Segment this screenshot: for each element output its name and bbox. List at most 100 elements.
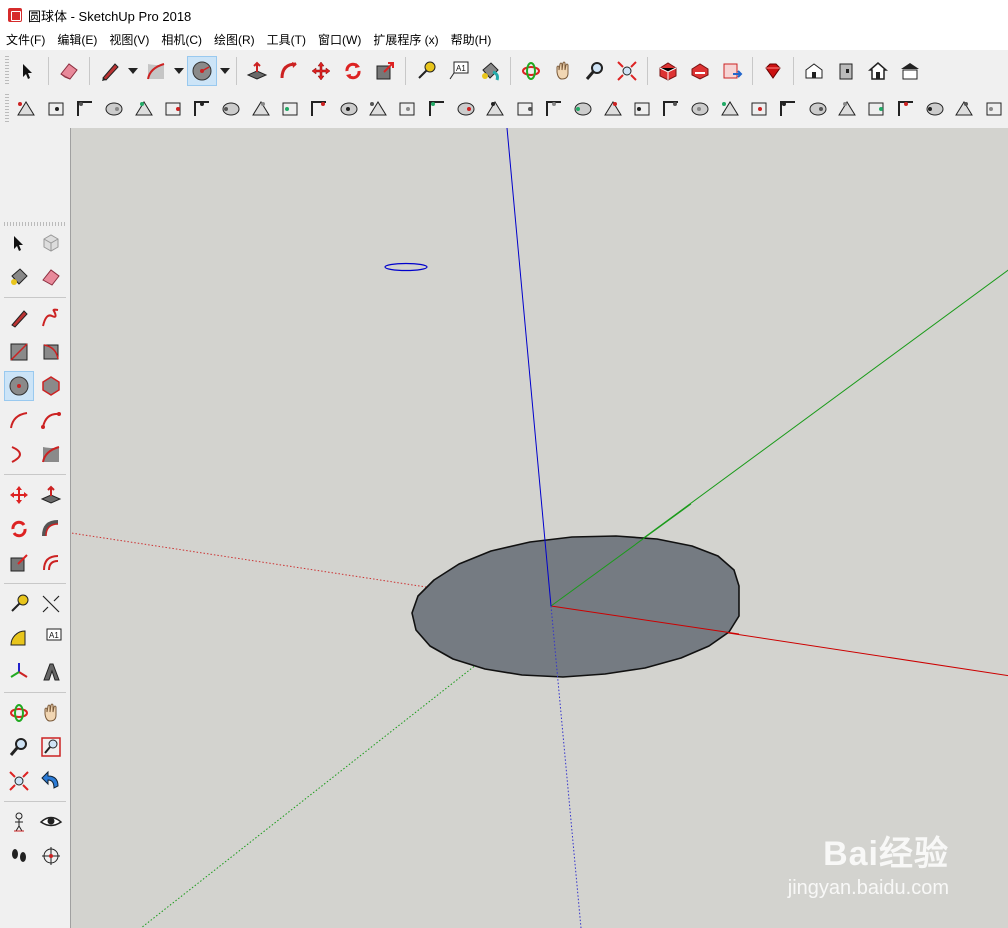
drawing-viewport[interactable]: Bai经验 jingyan.baidu.com [70,128,1008,928]
menu-view[interactable]: 视图(V) [103,30,155,50]
follow-me-tool-button[interactable] [274,56,304,86]
circle-face[interactable] [411,535,740,678]
extension-tool-button-28[interactable] [804,94,831,124]
extension-tool-button-11[interactable] [306,94,333,124]
extension-tool-button-29[interactable] [833,94,860,124]
menu-extensions[interactable]: 扩展程序 (x) [367,30,444,50]
scale-button[interactable] [4,548,34,578]
extension-tool-button-25[interactable] [716,94,743,124]
text-button[interactable]: A1 [36,623,66,653]
follow-me-button[interactable] [36,514,66,544]
extension-tool-button-22[interactable] [628,94,655,124]
extension-tool-button-14[interactable] [394,94,421,124]
section-plane-button[interactable] [36,841,66,871]
rotate-tool-button[interactable] [338,56,368,86]
menu-edit[interactable]: 编辑(E) [51,30,103,50]
position-camera-button[interactable] [4,807,34,837]
extension-tool-button-19[interactable] [540,94,567,124]
toolbar-grip[interactable] [5,56,9,86]
menu-file[interactable]: 文件(F) [0,30,51,50]
look-around-button[interactable] [36,807,66,837]
rotate-button[interactable] [4,514,34,544]
top-view-button[interactable] [895,56,925,86]
two-point-arc-button[interactable] [36,405,66,435]
rotated-rectangle-button[interactable] [36,337,66,367]
line-tool-button[interactable] [95,56,125,86]
zoom-extents-button[interactable] [4,766,34,796]
freehand-button[interactable] [36,303,66,333]
arc-tool-dropdown[interactable] [172,56,186,86]
extension-tool-button-31[interactable] [892,94,919,124]
pan-button[interactable] [36,698,66,728]
select-tool-button[interactable] [4,228,34,258]
pan-tool-button[interactable] [548,56,578,86]
dimension-button[interactable] [36,589,66,619]
circle-button[interactable] [4,371,34,401]
orbit-button[interactable] [4,698,34,728]
extension-tool-button-23[interactable] [657,94,684,124]
select-tool-button[interactable] [13,56,43,86]
extension-tool-button-9[interactable] [247,94,274,124]
circle-tool-button[interactable] [187,56,217,86]
extension-tool-button-21[interactable] [599,94,626,124]
extension-tool-button-24[interactable] [687,94,714,124]
offset-button[interactable] [36,548,66,578]
toolbar-grip[interactable] [5,94,9,124]
make-component-button[interactable] [36,228,66,258]
extension-tool-button-34[interactable] [980,94,1007,124]
extension-tool-button-7[interactable] [188,94,215,124]
move-button[interactable] [4,480,34,510]
protractor-button[interactable] [4,623,34,653]
extension-tool-button-10[interactable] [276,94,303,124]
extension-tool-button-12[interactable] [335,94,362,124]
polygon-button[interactable] [36,371,66,401]
warehouse-tool-button[interactable] [653,56,683,86]
menu-window[interactable]: 窗口(W) [312,30,367,50]
tape-measure-button[interactable] [4,589,34,619]
orbit-tool-button[interactable] [516,56,546,86]
extension-tool-button-27[interactable] [775,94,802,124]
zoom-tool-button[interactable] [580,56,610,86]
extension-tool-button-17[interactable] [482,94,509,124]
ruby-console-tool-button[interactable] [758,56,788,86]
menu-tools[interactable]: 工具(T) [261,30,312,50]
pie-button[interactable] [36,439,66,469]
three-point-arc-button[interactable] [4,439,34,469]
tape-measure-tool-button[interactable] [411,56,441,86]
rectangle-button[interactable] [4,337,34,367]
scene-canvas[interactable] [71,128,1008,928]
push-pull-button[interactable] [36,480,66,510]
extension-tool-button-18[interactable] [511,94,538,124]
previous-view-button[interactable] [36,766,66,796]
eraser-button[interactable] [36,262,66,292]
extension-tool-button-6[interactable] [159,94,186,124]
front-view-button[interactable] [863,56,893,86]
extension-tool-button-26[interactable] [745,94,772,124]
circle-tool-dropdown[interactable] [218,56,232,86]
zoom-extents-tool-button[interactable] [612,56,642,86]
extension-tool-button-8[interactable] [218,94,245,124]
extension-warehouse-tool-button[interactable] [717,56,747,86]
extension-tool-button-15[interactable] [423,94,450,124]
extension-tool-button-33[interactable] [951,94,978,124]
extension-tool-button-30[interactable] [863,94,890,124]
paint-bucket-button[interactable] [4,262,34,292]
zoom-window-button[interactable] [36,732,66,762]
extension-tool-button-2[interactable] [42,94,69,124]
axes-button[interactable] [4,657,34,687]
extension-tool-button-1[interactable] [13,94,40,124]
scale-tool-button[interactable] [370,56,400,86]
line-tool-dropdown[interactable] [126,56,140,86]
extension-tool-button-4[interactable] [101,94,128,124]
walk-button[interactable] [4,841,34,871]
move-tool-button[interactable] [306,56,336,86]
paint-bucket-tool-button[interactable] [475,56,505,86]
eraser-tool-button[interactable] [54,56,84,86]
text-tool-button[interactable]: A1 [443,56,473,86]
menu-camera[interactable]: 相机(C) [155,30,208,50]
push-pull-tool-button[interactable] [242,56,272,86]
extension-tool-button-20[interactable] [570,94,597,124]
zoom-button[interactable] [4,732,34,762]
extension-tool-button-3[interactable] [71,94,98,124]
extension-tool-button-32[interactable] [921,94,948,124]
